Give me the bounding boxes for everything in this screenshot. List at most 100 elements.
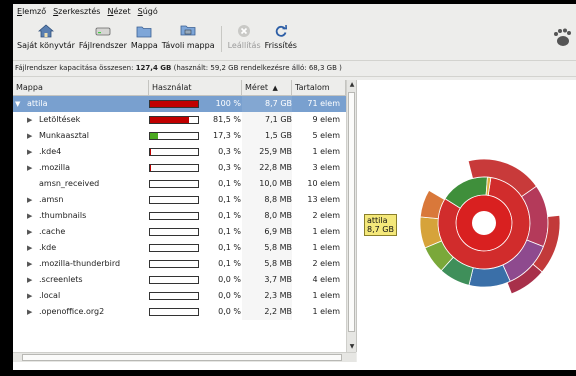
refresh-icon xyxy=(273,24,289,38)
item-count: 9 elem xyxy=(312,115,341,124)
stop-label: Leállítás xyxy=(227,41,261,50)
table-row[interactable]: ▶ .mozilla 0,3 % 22,8 MB 3 elem xyxy=(13,160,346,176)
column-header-folder[interactable]: Mappa xyxy=(13,80,149,95)
usage-percent: 81,5 % xyxy=(213,115,241,124)
table-row[interactable]: ▶ .kde 0,1 % 5,8 MB 1 elem xyxy=(13,240,346,256)
scroll-up-arrow-icon[interactable]: ▲ xyxy=(347,80,356,90)
column-header-size-label: Méret xyxy=(245,83,268,92)
expand-arrow-icon[interactable]: ▶ xyxy=(27,128,32,144)
expand-arrow-icon[interactable]: ▶ xyxy=(27,224,32,240)
horizontal-scroll-thumb[interactable] xyxy=(22,354,342,361)
remote-folder-button[interactable]: Távoli mappa xyxy=(160,18,217,50)
folder-size: 8,7 GB xyxy=(242,96,292,112)
usage-percent: 0,1 % xyxy=(218,211,241,220)
refresh-button[interactable]: Frissítés xyxy=(263,18,299,50)
folder-size: 8,0 MB xyxy=(242,208,292,224)
column-header-usage[interactable]: Használat xyxy=(149,80,242,95)
item-count: 3 elem xyxy=(312,163,341,172)
usage-bar xyxy=(149,148,199,156)
column-header-size[interactable]: Méret ▲ xyxy=(242,80,292,95)
table-row[interactable]: ▼ attila 100 % 8,7 GB 71 elem xyxy=(13,96,346,112)
ring-chart-panel[interactable]: attila 8,7 GB xyxy=(357,80,576,370)
network-folder-icon xyxy=(180,24,196,38)
table-row[interactable]: ▶ .local 0,0 % 2,3 MB 1 elem xyxy=(13,288,346,304)
folder-name: .amsn xyxy=(39,195,64,204)
table-row[interactable]: ▶ .amsn 0,1 % 8,8 MB 13 elem xyxy=(13,192,346,208)
usage-bar xyxy=(149,308,199,316)
vertical-scroll-thumb[interactable] xyxy=(348,92,355,332)
folder-size: 7,1 GB xyxy=(242,112,292,128)
item-count: 1 elem xyxy=(312,307,341,316)
folder-size: 3,7 MB xyxy=(242,272,292,288)
table-row[interactable]: ▶ .openoffice.org2 0,0 % 2,2 MB 1 elem xyxy=(13,304,346,320)
usage-percent: 0,0 % xyxy=(218,275,241,284)
usage-bar xyxy=(149,228,199,236)
expand-arrow-icon[interactable]: ▶ xyxy=(27,256,32,272)
item-count: 2 elem xyxy=(312,259,341,268)
capacity-details: (használt: 59,2 GB rendelkezésre álló: 6… xyxy=(173,64,342,72)
usage-percent: 17,3 % xyxy=(213,131,241,140)
folder-button[interactable]: Mappa xyxy=(129,18,160,50)
item-count: 4 elem xyxy=(312,275,341,284)
expand-arrow-icon[interactable]: ▶ xyxy=(27,160,32,176)
filesystem-button[interactable]: Fájlrendszer xyxy=(77,18,129,50)
table-row[interactable]: ▶ .cache 0,1 % 6,9 MB 1 elem xyxy=(13,224,346,240)
folder-size: 6,9 MB xyxy=(242,224,292,240)
table-row[interactable]: ▶ .kde4 0,3 % 25,9 MB 1 elem xyxy=(13,144,346,160)
menu-help[interactable]: Súgó xyxy=(138,7,158,16)
expand-arrow-icon[interactable]: ▶ xyxy=(27,208,32,224)
home-button[interactable]: Saját könyvtár xyxy=(15,18,77,50)
usage-bar xyxy=(149,212,199,220)
scroll-down-arrow-icon[interactable]: ▼ xyxy=(347,342,356,352)
menu-edit[interactable]: Szerkesztés xyxy=(53,7,100,16)
table-row[interactable]: ▶ .mozilla-thunderbird 0,1 % 5,8 MB 2 elem xyxy=(13,256,346,272)
table-row[interactable]: ▶ .screenlets 0,0 % 3,7 MB 4 elem xyxy=(13,272,346,288)
filesystem-label: Fájlrendszer xyxy=(78,41,127,50)
ring-center[interactable] xyxy=(472,211,496,235)
expand-arrow-icon[interactable]: ▶ xyxy=(27,240,32,256)
expand-arrow-icon[interactable]: ▶ xyxy=(27,192,32,208)
usage-bar xyxy=(149,100,199,108)
toolbar: Saját könyvtár Fájlrendszer Mappa Távoli… xyxy=(13,18,576,60)
expand-arrow-icon[interactable]: ▶ xyxy=(27,144,32,160)
item-count: 5 elem xyxy=(312,131,341,140)
usage-percent: 0,1 % xyxy=(218,227,241,236)
capacity-total: 127,4 GB xyxy=(135,64,172,72)
folder-name: .screenlets xyxy=(39,275,83,284)
expand-arrow-icon[interactable]: ▶ xyxy=(27,112,32,128)
expand-arrow-icon[interactable]: ▶ xyxy=(27,288,32,304)
usage-bar xyxy=(149,132,199,140)
item-count: 71 elem xyxy=(307,99,340,108)
expand-arrow-icon[interactable]: ▶ xyxy=(27,304,32,320)
usage-percent: 0,1 % xyxy=(218,259,241,268)
main-area: Mappa Használat Méret ▲ Tartalom ▼ attila… xyxy=(13,80,576,370)
folder-tree-view[interactable]: Mappa Használat Méret ▲ Tartalom ▼ attila… xyxy=(13,80,357,352)
item-count: 1 elem xyxy=(312,243,341,252)
column-header-contents[interactable]: Tartalom xyxy=(292,80,346,95)
vertical-scrollbar[interactable]: ▲ ▼ xyxy=(346,80,356,352)
capacity-prefix: Fájlrendszer kapacitása összesen: xyxy=(15,64,134,72)
menu-analyzer[interactable]: Elemző xyxy=(17,7,46,16)
usage-bar xyxy=(149,276,199,284)
stop-button[interactable]: Leállítás xyxy=(226,18,263,50)
folder-size: 25,9 MB xyxy=(242,144,292,160)
folder-icon xyxy=(136,24,152,38)
folder-name: Letöltések xyxy=(39,115,81,124)
table-row[interactable]: ▶ Letöltések 81,5 % 7,1 GB 9 elem xyxy=(13,112,346,128)
folder-name: attila xyxy=(27,99,48,108)
usage-bar xyxy=(149,164,199,172)
table-row[interactable]: amsn_received 0,1 % 10,0 MB 10 elem xyxy=(13,176,346,192)
table-row[interactable]: ▶ .thumbnails 0,1 % 8,0 MB 2 elem xyxy=(13,208,346,224)
expand-arrow-icon[interactable]: ▶ xyxy=(27,272,32,288)
table-row[interactable]: ▶ Munkaasztal 17,3 % 1,5 GB 5 elem xyxy=(13,128,346,144)
home-label: Saját könyvtár xyxy=(17,41,75,50)
collapse-arrow-icon[interactable]: ▼ xyxy=(15,96,20,112)
usage-bar xyxy=(149,260,199,268)
table-body: ▼ attila 100 % 8,7 GB 71 elem ▶ Letöltések 81,5… xyxy=(13,96,346,320)
folder-size: 1,5 GB xyxy=(242,128,292,144)
usage-percent: 0,0 % xyxy=(218,307,241,316)
harddisk-icon xyxy=(95,24,111,38)
menu-view[interactable]: Nézet xyxy=(107,7,130,16)
remote-folder-label: Távoli mappa xyxy=(161,41,215,50)
folder-size: 22,8 MB xyxy=(242,160,292,176)
